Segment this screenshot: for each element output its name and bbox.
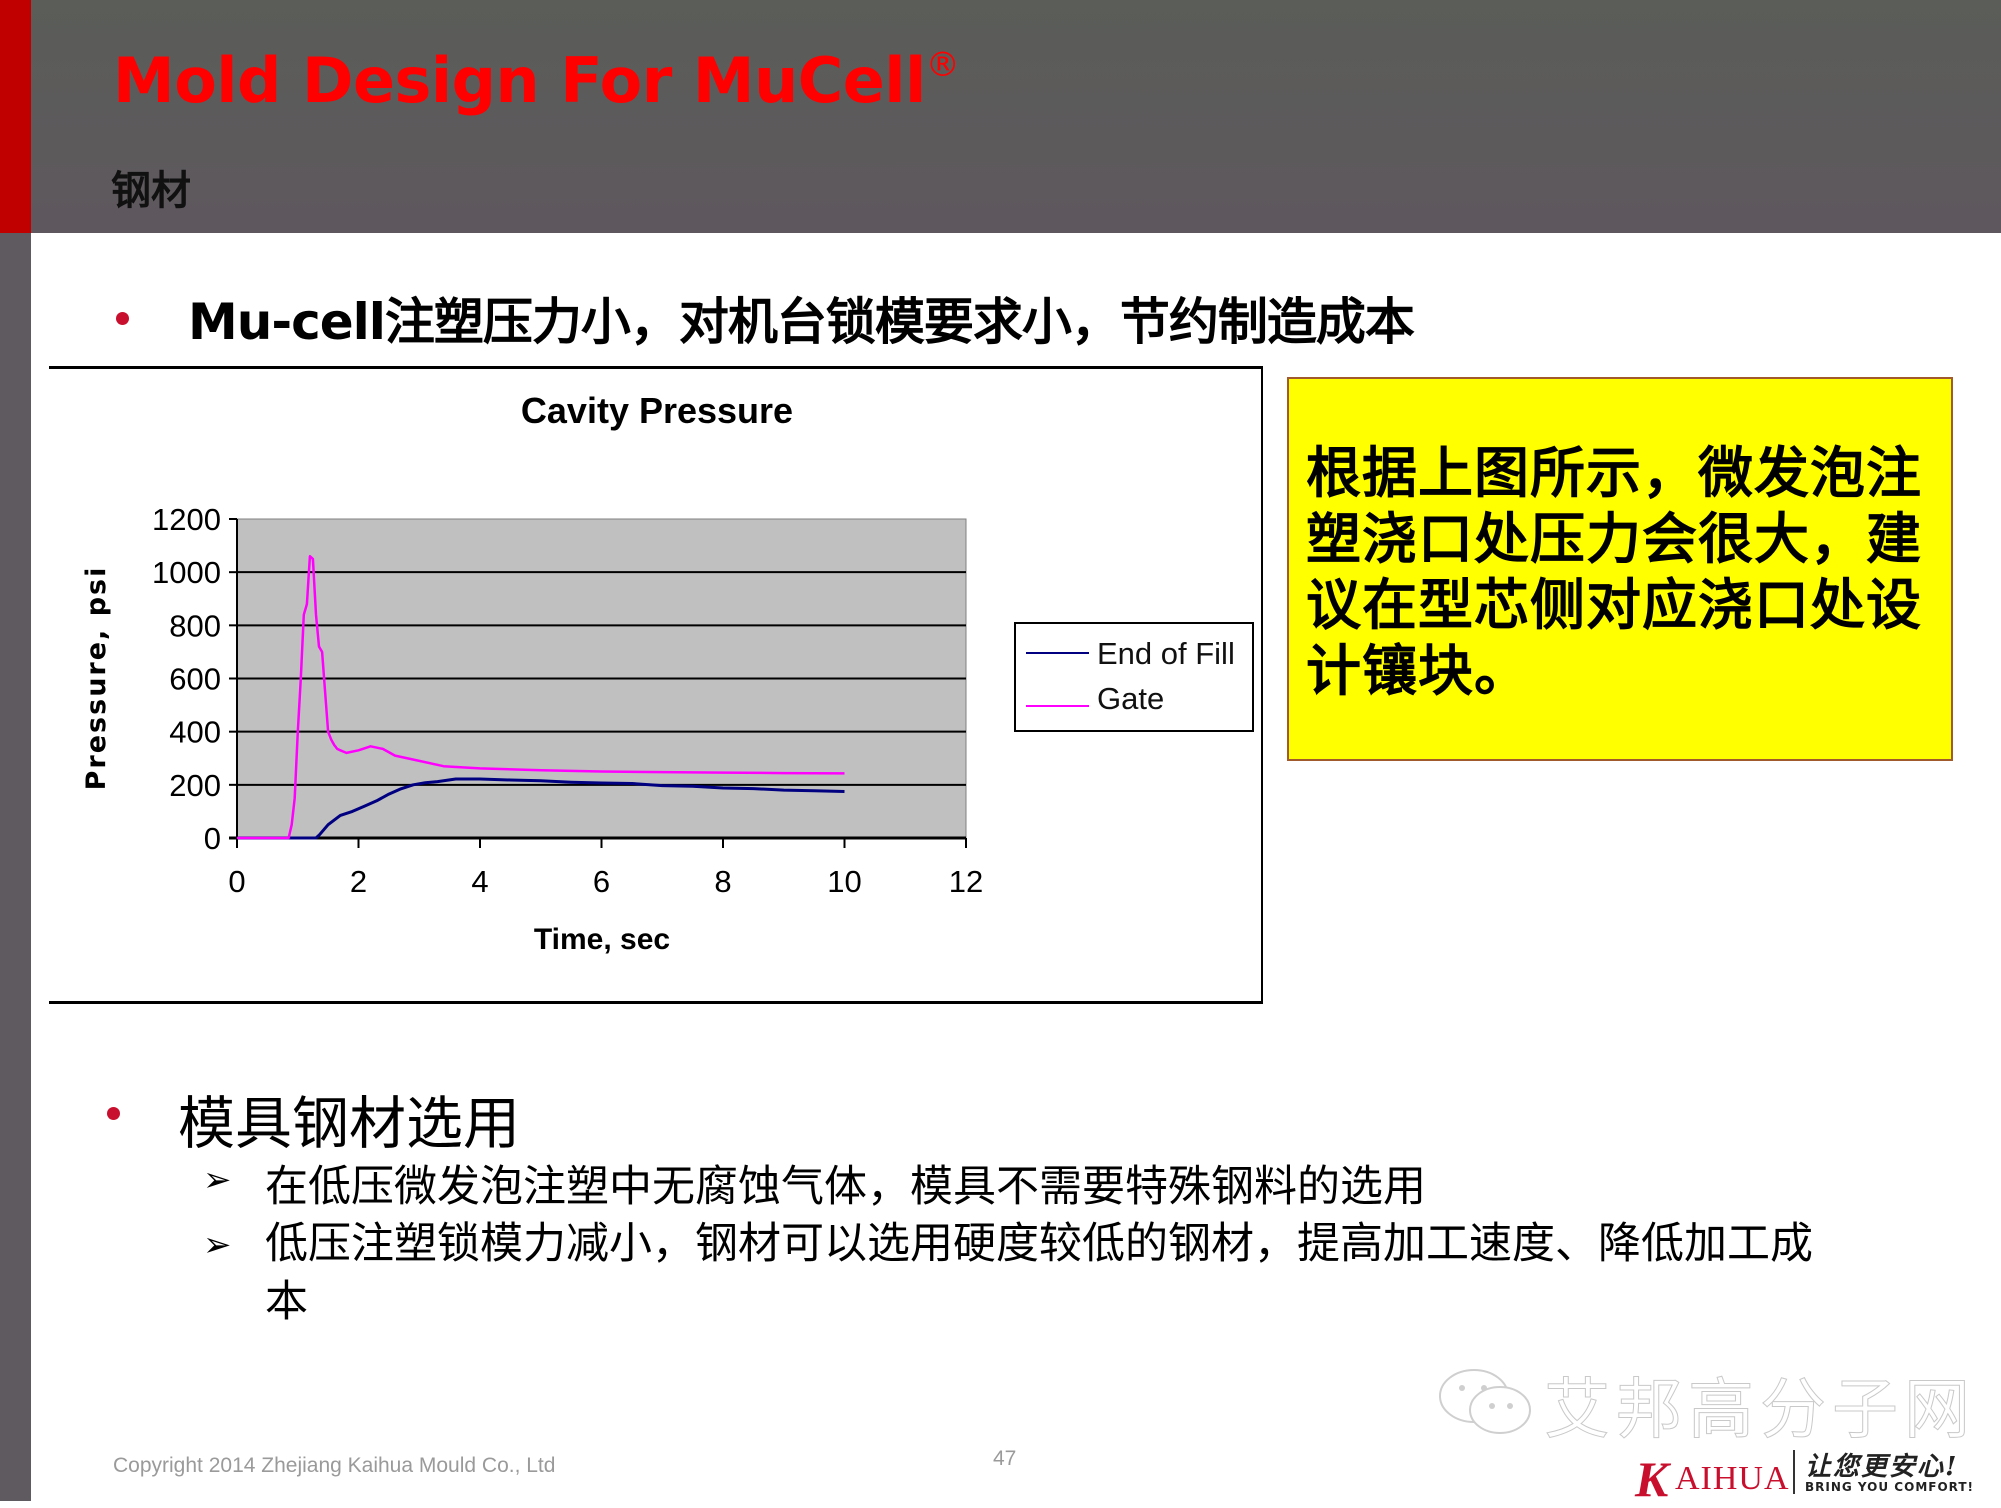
legend-label-end-of-fill: End of Fill (1097, 636, 1235, 671)
x-tick-label: 12 (949, 864, 983, 899)
wechat-icon (1439, 1369, 1531, 1434)
x-tick-label: 8 (714, 864, 731, 899)
y-tick-label: 600 (169, 662, 221, 697)
x-tick-label: 10 (827, 864, 861, 899)
chart-title: Cavity Pressure (521, 390, 793, 431)
sub-bullet-1-text: 在低压微发泡注塑中无腐蚀气体，模具不需要特殊钢料的选用 (265, 1162, 1426, 1212)
x-tick-labels: 0 2 4 6 8 10 12 (228, 864, 983, 899)
slide-title: Mold Design For MuCell® (113, 44, 960, 117)
arrow-bullet-icon: ➢ (203, 1160, 232, 1200)
y-tick-label: 1000 (152, 555, 221, 590)
y-tick-label: 400 (169, 715, 221, 750)
page-number: 47 (993, 1447, 1017, 1470)
logo-name: AIHUA (1675, 1460, 1790, 1497)
watermark-text: 艾邦高分子网 (1544, 1371, 1976, 1449)
x-tick-label: 6 (593, 864, 610, 899)
y-tick-labels: 0 200 400 600 800 1000 1200 (152, 502, 221, 856)
x-tick-label: 2 (350, 864, 367, 899)
x-tick-label: 0 (228, 864, 245, 899)
y-axis-label: Pressure, psi (81, 566, 112, 791)
y-tick-label: 800 (169, 608, 221, 643)
bullet-dot-icon (107, 1107, 120, 1120)
sub-bullet-2-text: 低压注塑锁模力减小，钢材可以选用硬度较低的钢材，提高加工速度、降低加工成本 (265, 1219, 1813, 1327)
callout-text: 根据上图所示，微发泡注塑浇口处压力会很大，建议在型芯侧对应浇口处设计镶块。 (1306, 441, 1923, 703)
red-accent-bar (0, 0, 31, 233)
copyright-text: Copyright 2014 Zhejiang Kaihua Mould Co.… (113, 1454, 556, 1477)
bullet-1-text: Mu-cell注塑压力小，对机台锁模要求小，节约制造成本 (188, 293, 1415, 351)
registered-mark: ® (925, 45, 960, 86)
x-tick-label: 4 (471, 864, 488, 899)
arrow-bullet-icon: ➢ (203, 1225, 232, 1265)
logo-divider (1793, 1450, 1795, 1494)
chart-legend: End of Fill Gate (1014, 622, 1254, 732)
slide-subtitle: 钢材 (111, 168, 191, 214)
bullet-2-text: 模具钢材选用 (178, 1091, 520, 1157)
bullet-dot-icon (116, 312, 129, 325)
logo-slogan-cn: 让您更安心! (1805, 1452, 1959, 1482)
kaihua-logo: K AIHUA 让您更安心! BRING YOU COMFORT! (1635, 1448, 1985, 1507)
y-tick-label: 200 (169, 768, 221, 803)
y-tick-label: 0 (204, 821, 221, 856)
cavity-pressure-chart: Cavity Pressure 0 200 400 600 800 1000 1200 0 2… (81, 390, 1254, 956)
slide-title-text: Mold Design For MuCell (113, 44, 926, 117)
y-tick-label: 1200 (152, 502, 221, 537)
x-axis-label: Time, sec (534, 923, 670, 956)
logo-slogan-en: BRING YOU COMFORT! (1805, 1480, 1975, 1494)
legend-label-gate: Gate (1097, 681, 1164, 716)
logo-k: K (1635, 1451, 1669, 1507)
